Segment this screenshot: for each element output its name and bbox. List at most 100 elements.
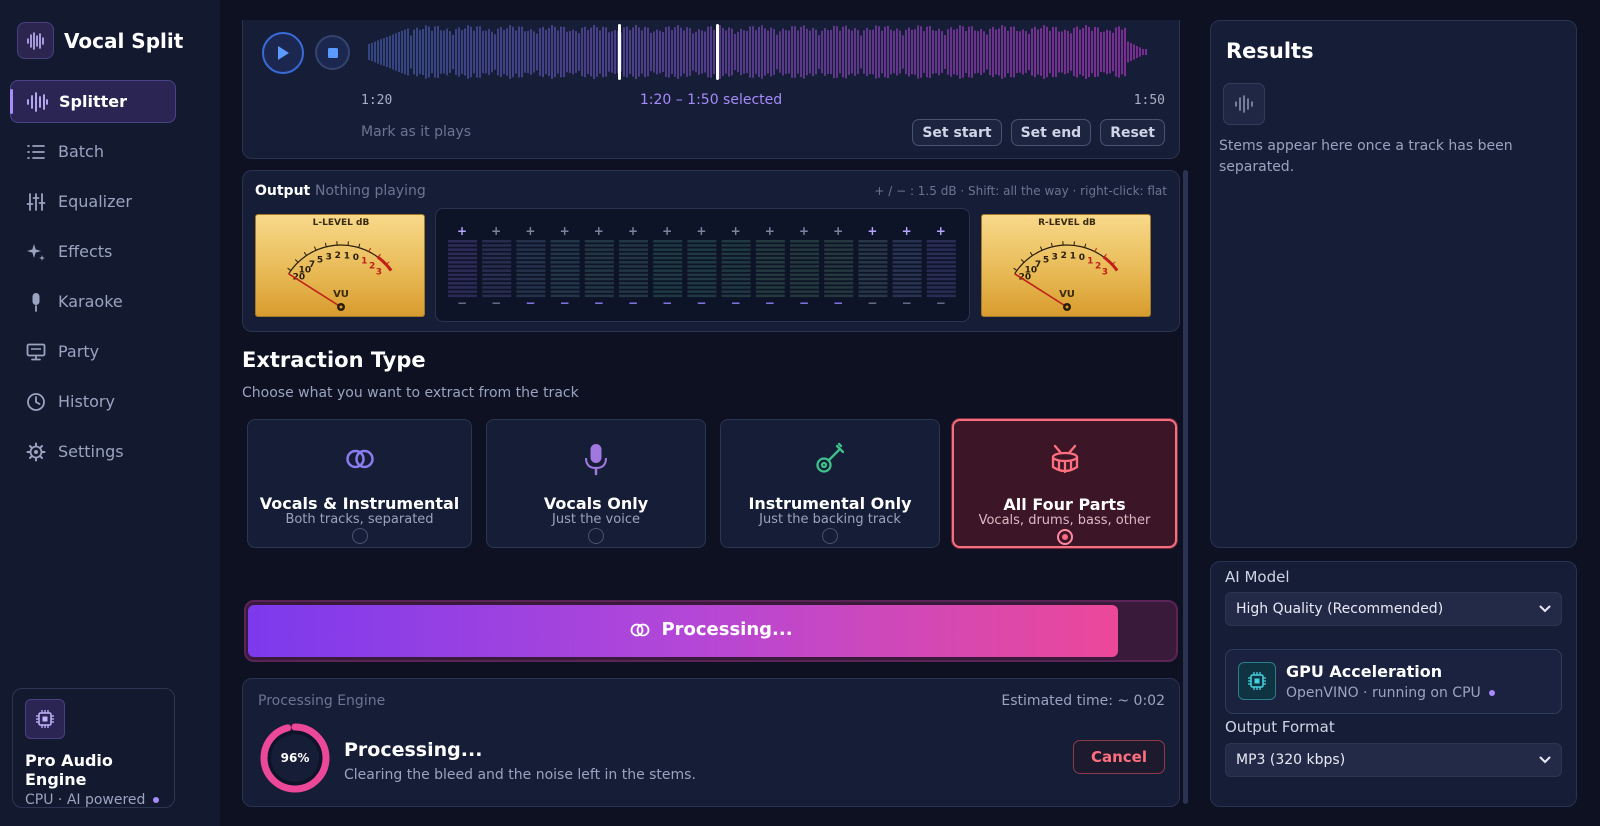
sidebar-item-settings[interactable]: Settings: [10, 430, 176, 473]
selection-end-marker[interactable]: [716, 24, 719, 80]
eq-band-minus[interactable]: −: [731, 296, 741, 310]
set-start-button[interactable]: Set start: [912, 119, 1002, 146]
sidebar-item-karaoke[interactable]: Karaoke: [10, 280, 176, 323]
eq-led-segment: [926, 248, 956, 251]
eq-led-segment: [619, 240, 648, 243]
gpu-acceleration-card[interactable]: GPU Acceleration OpenVINO · running on C…: [1225, 649, 1562, 714]
ai-model-value: High Quality (Recommended): [1236, 601, 1444, 617]
selection-start-marker[interactable]: [618, 24, 621, 80]
option-radio[interactable]: [588, 528, 604, 544]
eq-led-segment: [619, 265, 648, 268]
cancel-button[interactable]: Cancel: [1073, 740, 1165, 774]
eq-band-plus[interactable]: +: [560, 224, 570, 238]
eq-led-segment: [858, 277, 888, 281]
eq-led-segment: [790, 286, 819, 289]
eq-band-plus[interactable]: +: [867, 224, 877, 238]
eq-band-minus[interactable]: −: [902, 296, 912, 310]
eq-band-plus[interactable]: +: [594, 224, 604, 238]
eq-band-plus[interactable]: +: [525, 224, 535, 238]
eq-band-minus[interactable]: −: [765, 296, 775, 310]
waveform-bar: [710, 26, 712, 78]
eq-band-minus[interactable]: −: [457, 296, 467, 310]
play-icon: [278, 46, 289, 60]
output-format-select[interactable]: MP3 (320 kbps): [1225, 743, 1562, 777]
eq-band-plus[interactable]: +: [731, 224, 741, 238]
eq-band-plus[interactable]: +: [457, 224, 467, 238]
eq-led-segment: [892, 256, 922, 260]
eq-band-plus[interactable]: +: [696, 224, 706, 238]
sidebar-item-label: Equalizer: [58, 192, 132, 211]
eq-led-segment: [482, 244, 512, 247]
eq-band-plus[interactable]: +: [833, 224, 843, 238]
vu-scale-tick: [1084, 243, 1087, 248]
waveform-bar: [1052, 26, 1054, 78]
set-end-button[interactable]: Set end: [1010, 119, 1092, 146]
option-vocals-instrumental[interactable]: Vocals & Instrumental Both tracks, separ…: [247, 419, 472, 548]
waveform-bar: [503, 30, 505, 74]
sidebar-item-party[interactable]: Party: [10, 330, 176, 373]
waveform-bar: [383, 38, 385, 66]
sidebar-item-history[interactable]: History: [10, 380, 176, 423]
waveform-bar: [434, 26, 436, 78]
eq-led-segment: [653, 286, 683, 289]
waveform-bar: [881, 30, 883, 74]
waveform-bar: [497, 28, 499, 76]
eq-band-minus[interactable]: −: [628, 296, 638, 310]
eq-band-minus[interactable]: −: [799, 296, 809, 310]
eq-band-plus[interactable]: +: [765, 224, 775, 238]
eq-led-segment: [687, 261, 717, 264]
option-instrumental-only[interactable]: Instrumental Only Just the backing track: [720, 419, 940, 548]
waveform-bar: [944, 35, 946, 69]
eq-band-minus[interactable]: −: [491, 296, 501, 310]
eq-band-plus[interactable]: +: [628, 224, 638, 238]
vu-scale-tick: [294, 259, 299, 263]
waveform-bar: [1070, 33, 1072, 71]
option-vocals-only[interactable]: Vocals Only Just the voice: [486, 419, 706, 548]
eq-band-minus[interactable]: −: [525, 296, 535, 310]
waveform-bar: [671, 30, 673, 74]
processing-button[interactable]: Processing...: [244, 600, 1178, 662]
eq-band-plus[interactable]: +: [662, 224, 672, 238]
waveform[interactable]: [368, 22, 1148, 82]
eq-led-segment: [755, 252, 785, 256]
equalizer-bands[interactable]: + − + − + − + − + − + − + − + − + − + − + − + − + − + − + −: [436, 209, 971, 323]
eq-band-plus[interactable]: +: [491, 224, 501, 238]
eq-band-minus[interactable]: −: [936, 296, 946, 310]
scrollbar[interactable]: [1183, 170, 1188, 804]
eq-band-minus[interactable]: −: [833, 296, 843, 310]
eq-led-segment: [619, 269, 648, 272]
waveform-bar: [413, 29, 415, 75]
eq-band-plus[interactable]: +: [936, 224, 946, 238]
sidebar-item-splitter[interactable]: Splitter: [10, 80, 176, 123]
option-radio[interactable]: [351, 528, 368, 544]
eq-band-minus[interactable]: −: [867, 296, 877, 310]
sidebar-item-effects[interactable]: Effects: [10, 230, 176, 273]
selection-range: 1:20 – 1:50 selected: [639, 92, 783, 108]
eq-led-segment: [926, 286, 956, 289]
waveform-bar: [731, 28, 733, 76]
play-button[interactable]: [262, 32, 304, 74]
option-radio-selected[interactable]: [1056, 529, 1073, 545]
waveform-bar: [986, 34, 988, 70]
eq-band-plus[interactable]: +: [799, 224, 809, 238]
sidebar-item-batch[interactable]: Batch: [10, 130, 176, 173]
reset-button[interactable]: Reset: [1100, 119, 1165, 146]
eq-band-plus[interactable]: +: [902, 224, 912, 238]
stop-button[interactable]: [315, 35, 350, 70]
eq-band-minus[interactable]: −: [560, 296, 570, 310]
eq-led-segment: [721, 248, 751, 251]
eq-led-segment: [448, 277, 477, 281]
sidebar-item-equalizer[interactable]: Equalizer: [10, 180, 176, 223]
waveform-bar: [854, 28, 856, 76]
option-all-four-parts[interactable]: All Four Parts Vocals, drums, bass, othe…: [952, 419, 1177, 548]
ai-model-select[interactable]: High Quality (Recommended): [1225, 592, 1562, 626]
eq-band-minus[interactable]: −: [662, 296, 672, 310]
waveform-bar: [1079, 29, 1081, 75]
eq-band-minus[interactable]: −: [696, 296, 706, 310]
eq-led-segment: [755, 282, 785, 285]
waveform-bar: [851, 30, 853, 74]
eq-band-minus[interactable]: −: [594, 296, 604, 310]
eq-led-segment: [482, 277, 512, 281]
option-radio[interactable]: [822, 528, 838, 544]
eq-led-segment: [448, 273, 477, 277]
